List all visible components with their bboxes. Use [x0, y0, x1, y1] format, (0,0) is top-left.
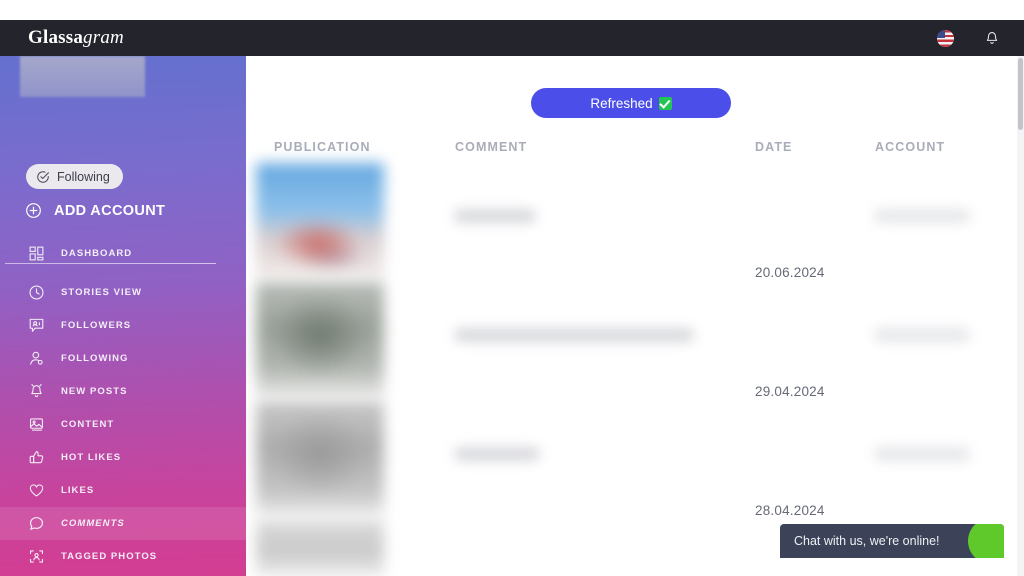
user-badge-icon: [27, 317, 45, 335]
refreshed-button[interactable]: Refreshed: [531, 88, 731, 118]
account-text-redacted: [874, 328, 970, 342]
sidebar-item-followers[interactable]: FOLLOWERS: [0, 309, 246, 342]
sidebar-item-stories-view[interactable]: STORIES VIEW: [0, 276, 246, 309]
publication-thumbnail[interactable]: [256, 520, 384, 576]
image-icon: [27, 416, 45, 434]
sidebar-item-label: LIKES: [61, 485, 95, 496]
bell-icon[interactable]: [984, 30, 1000, 47]
grid-icon: [27, 245, 45, 263]
sidebar-item-label: HOT LIKES: [61, 452, 122, 463]
sidebar-divider: [5, 263, 216, 264]
sidebar-item-label: DASHBOARD: [61, 248, 133, 259]
row-date: 20.06.2024: [755, 265, 825, 280]
sidebar-item-label: FOLLOWING: [61, 353, 129, 364]
chat-widget[interactable]: Chat with us, we're online!: [780, 524, 1004, 558]
speech-bubble-icon: [27, 515, 45, 533]
sidebar-item-hot-likes[interactable]: HOT LIKES: [0, 441, 246, 474]
top-bar-actions: [937, 29, 1000, 47]
chat-online-indicator: [968, 524, 1004, 558]
sidebar-item-label: COMMENTS: [61, 518, 125, 529]
sidebar-item-following[interactable]: FOLLOWING: [0, 342, 246, 375]
add-account-label: ADD ACCOUNT: [54, 202, 166, 219]
scrollbar-thumb[interactable]: [1018, 58, 1023, 130]
row-date: 29.04.2024: [755, 384, 825, 399]
heart-icon: [27, 482, 45, 500]
table-row[interactable]: 29.04.2024: [246, 280, 1024, 399]
sidebar-item-label: NEW POSTS: [61, 386, 128, 397]
comment-text-redacted: [454, 447, 540, 461]
sidebar-item-likes[interactable]: LIKES: [0, 474, 246, 507]
tagged-photo-icon: [27, 548, 45, 566]
sidebar-item-tagged-photos[interactable]: TAGGED PHOTOS: [0, 540, 246, 573]
comment-text-redacted: [454, 209, 536, 223]
column-header-publication: PUBLICATION: [274, 140, 371, 154]
sidebar-item-dashboard[interactable]: DASHBOARD: [0, 237, 246, 270]
column-header-account: ACCOUNT: [875, 140, 946, 154]
bell-icon: [27, 383, 45, 401]
app-logo[interactable]: Glassagram: [28, 27, 124, 49]
row-date: 28.04.2024: [755, 503, 825, 518]
column-header-comment: COMMENT: [455, 140, 528, 154]
avatar: [20, 56, 145, 97]
publication-thumbnail[interactable]: [256, 163, 384, 278]
main-content: Refreshed PUBLICATION COMMENT DATE ACCOU…: [246, 56, 1024, 576]
sidebar-item-content[interactable]: CONTENT: [0, 408, 246, 441]
account-text-redacted: [874, 447, 970, 461]
sidebar-item-new-posts[interactable]: NEW POSTS: [0, 375, 246, 408]
us-flag-icon[interactable]: [937, 29, 954, 47]
table-row[interactable]: 28.04.2024: [246, 399, 1024, 518]
chat-widget-message: Chat with us, we're online!: [794, 534, 940, 548]
sidebar-item-label: FOLLOWERS: [61, 320, 132, 331]
clock-icon: [27, 284, 45, 302]
logo-bold-part: Glassa: [28, 27, 84, 48]
column-header-date: DATE: [755, 140, 793, 154]
publication-thumbnail[interactable]: [256, 282, 384, 397]
top-bar: Glassagram: [0, 20, 1024, 56]
plus-circle-icon: [25, 202, 42, 219]
app-window: Glassagram Following ADD ACCOUNT DASHBOA…: [0, 0, 1024, 576]
sidebar: Following ADD ACCOUNT DASHBOARD STORIES …: [0, 56, 246, 576]
sidebar-item-label: STORIES VIEW: [61, 287, 143, 298]
thumbs-up-icon: [27, 449, 45, 467]
table-row[interactable]: 20.06.2024: [246, 161, 1024, 280]
sidebar-item-label: CONTENT: [61, 419, 115, 430]
account-text-redacted: [874, 209, 970, 223]
comment-text-redacted: [454, 328, 694, 342]
sidebar-item-comments[interactable]: COMMENTS: [0, 507, 246, 540]
green-check-icon: [658, 96, 672, 110]
check-circle-icon: [36, 170, 50, 184]
publication-thumbnail[interactable]: [256, 401, 384, 516]
sidebar-item-label: TAGGED PHOTOS: [61, 551, 158, 562]
following-pill-label: Following: [57, 169, 110, 184]
add-account-button[interactable]: ADD ACCOUNT: [25, 202, 165, 219]
logo-italic-part: gram: [83, 27, 124, 48]
refreshed-button-label: Refreshed: [590, 95, 653, 111]
following-status-pill[interactable]: Following: [26, 164, 123, 189]
user-icon: [27, 350, 45, 368]
vertical-scrollbar[interactable]: [1017, 56, 1024, 576]
